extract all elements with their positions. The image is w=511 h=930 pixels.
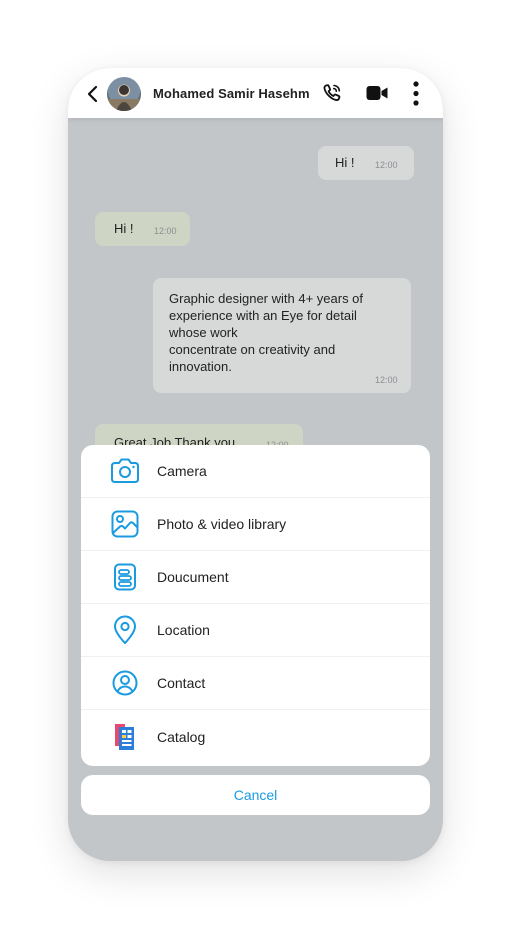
more-vertical-icon[interactable]: [412, 81, 420, 107]
message-text: Hi !: [114, 221, 134, 236]
menu-item-label: Catalog: [157, 728, 206, 745]
menu-item-contact[interactable]: Contact: [81, 657, 430, 710]
document-icon: [114, 563, 136, 591]
message-line: experience with an Eye for detail: [169, 308, 357, 323]
attachment-menu: Camera Photo & video library Doucument L…: [81, 445, 430, 766]
user-circle-icon: [112, 670, 138, 696]
video-camera-icon[interactable]: [366, 83, 388, 103]
menu-item-photo-video-library[interactable]: Photo & video library: [81, 498, 430, 551]
phone-icon[interactable]: [322, 83, 342, 103]
message-line: innovation.: [169, 359, 232, 374]
image-icon: [111, 510, 139, 538]
menu-item-location[interactable]: Location: [81, 604, 430, 657]
menu-item-label: Camera: [157, 463, 207, 479]
message-line: Graphic designer with 4+ years of: [169, 291, 364, 306]
cancel-button[interactable]: Cancel: [81, 775, 430, 815]
menu-item-label: Contact: [157, 675, 206, 691]
message-line: whose work: [169, 325, 238, 340]
menu-item-catalog[interactable]: Catalog: [81, 710, 430, 763]
chevron-left-icon[interactable]: [86, 85, 100, 103]
chat-header: Mohamed Samir Hasehm: [68, 68, 443, 118]
camera-icon: [111, 458, 139, 483]
message-text: Graphic designer with 4+ years of experi…: [169, 290, 363, 375]
message-bubble-out[interactable]: Graphic designer with 4+ years of experi…: [153, 278, 411, 393]
message-time: 12:00: [154, 226, 177, 236]
menu-item-label: Location: [157, 622, 210, 638]
menu-item-document[interactable]: Doucument: [81, 551, 430, 604]
message-bubble-in[interactable]: Hi ! 12:00: [95, 212, 190, 246]
message-time: 12:00: [375, 375, 398, 385]
catalog-icon: [115, 723, 134, 750]
phone-frame: Mohamed Samir Hasehm Hi ! 12:00 Hi ! 12:…: [68, 68, 443, 861]
message-text: Hi !: [335, 155, 355, 170]
message-time: 12:00: [375, 160, 398, 170]
menu-item-camera[interactable]: Camera: [81, 445, 430, 498]
location-pin-icon: [114, 615, 136, 644]
menu-item-label: Doucument: [157, 569, 229, 585]
message-line: concentrate on creativity and: [169, 342, 336, 357]
menu-item-label: Photo & video library: [157, 516, 287, 532]
message-bubble-out[interactable]: Hi ! 12:00: [318, 146, 414, 180]
avatar[interactable]: [107, 77, 141, 111]
contact-name[interactable]: Mohamed Samir Hasehm: [153, 86, 310, 101]
